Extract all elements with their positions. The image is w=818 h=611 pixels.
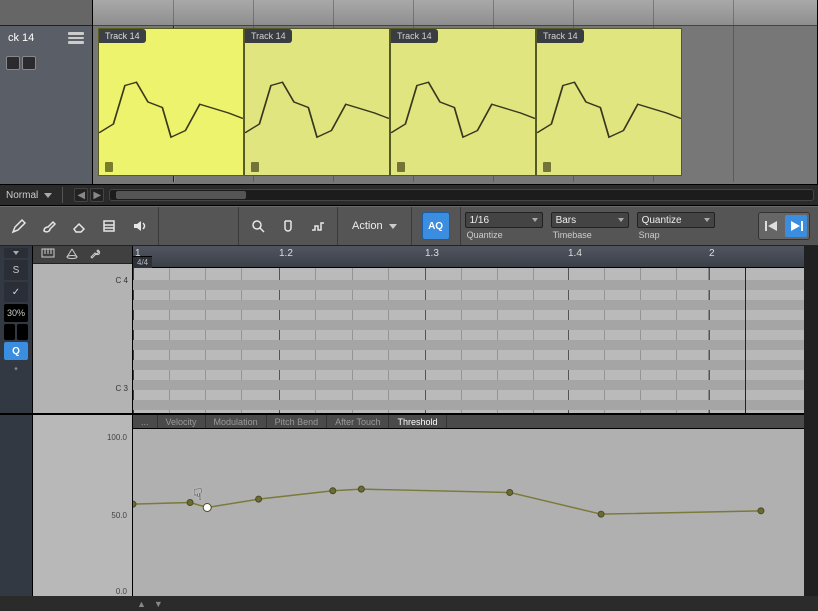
editor-toolbar: Action AQ 1/16 Quantize Bars Timebase Qu…: [0, 206, 818, 246]
nav-buttons: [758, 212, 810, 240]
color-tool-button[interactable]: [275, 213, 301, 239]
midi-clip[interactable]: Track 14: [536, 28, 682, 176]
scroll-right-button[interactable]: ▶: [90, 188, 104, 202]
left-small-btn[interactable]: [17, 324, 28, 340]
speaker-tool-button[interactable]: [126, 213, 152, 239]
solo-button[interactable]: S: [4, 260, 28, 280]
midi-clip[interactable]: Track 14: [244, 28, 390, 176]
cc-tab-modulation[interactable]: Modulation: [206, 415, 267, 428]
snap-label: Snap: [637, 230, 715, 240]
piano-keyboard[interactable]: C 4 C 3: [33, 264, 132, 413]
piano-roll[interactable]: 1 1.2 1.3 1.4 2 4/4: [133, 246, 818, 413]
cc-left-col: [0, 415, 33, 596]
midi-left-dropdown[interactable]: [4, 248, 28, 258]
cc-tab-velocity[interactable]: Velocity: [158, 415, 206, 428]
track-header-buttons[interactable]: [6, 56, 36, 70]
cc-tab-pitch-bend[interactable]: Pitch Bend: [267, 415, 328, 428]
cc-tabs: ...VelocityModulationPitch BendAfter Tou…: [133, 415, 818, 429]
bottom-scroll-strip: ▲ ▼: [0, 596, 818, 611]
snap-combo[interactable]: Quantize Snap: [633, 207, 719, 245]
track-header[interactable]: ck 14: [0, 26, 92, 184]
quantize-label: Quantize: [465, 230, 543, 240]
checkmark-button[interactable]: ✓: [4, 282, 28, 302]
brush-tool-button[interactable]: [36, 213, 62, 239]
clip-row: Track 14 Track 14 Track 14 Track 14: [93, 26, 817, 182]
arrange-ruler[interactable]: [93, 0, 817, 26]
erase-tool-button[interactable]: [66, 213, 92, 239]
midi-editor: S ✓ 30% Q • C 4 C 3 1 1.2 1.3 1.4 2 4/4: [0, 246, 818, 414]
midi-clip[interactable]: Track 14: [390, 28, 536, 176]
left-small-btn[interactable]: [4, 324, 15, 340]
auto-quantize-button[interactable]: AQ: [422, 212, 450, 240]
clip-label: Track 14: [391, 29, 438, 43]
cc-tab-threshold[interactable]: Threshold: [389, 415, 446, 428]
cc-tab-after-touch[interactable]: After Touch: [327, 415, 389, 428]
scroll-left-button[interactable]: ◀: [74, 188, 88, 202]
midi-icon: [68, 32, 84, 44]
zoom-mode-dropdown[interactable]: Normal: [6, 187, 52, 203]
midi-ruler[interactable]: 1 1.2 1.3 1.4 2 4/4: [133, 246, 818, 268]
arrange-ruler-stub: [0, 0, 92, 26]
vertical-scrollbar[interactable]: [804, 246, 818, 596]
cc-axis: 100.0 50.0 0.0: [33, 415, 133, 596]
step-tool-button[interactable]: [305, 213, 331, 239]
cc-plot[interactable]: ☟: [133, 429, 818, 596]
cc-main[interactable]: ...VelocityModulationPitch BendAfter Tou…: [133, 415, 818, 596]
clip-label: Track 14: [537, 29, 584, 43]
arrange-timeline[interactable]: Track 14 Track 14 Track 14 Track 14: [93, 0, 818, 184]
pitch-label: C 3: [116, 384, 128, 393]
draw-tool-button[interactable]: [6, 213, 32, 239]
cc-tab--[interactable]: ...: [133, 415, 158, 428]
cc-down-button[interactable]: ▼: [150, 599, 167, 609]
drum-icon[interactable]: [65, 247, 79, 262]
controller-lane: 100.0 50.0 0.0 ...VelocityModulationPitc…: [0, 414, 818, 596]
midi-left-controls: S ✓ 30% Q •: [0, 246, 33, 413]
percent-field[interactable]: 30%: [4, 304, 28, 322]
quantize-toggle-button[interactable]: Q: [4, 342, 28, 360]
timebase-combo[interactable]: Bars Timebase: [547, 207, 633, 245]
midi-clip[interactable]: Track 14: [98, 28, 244, 176]
action-dropdown[interactable]: Action: [344, 213, 405, 239]
clip-label: Track 14: [99, 29, 146, 43]
arrange-area: ck 14 Track 14 Track 14 Track 14: [0, 0, 818, 184]
nav-end-button[interactable]: [785, 215, 807, 237]
track-name: ck 14: [8, 32, 34, 44]
search-button[interactable]: [245, 213, 271, 239]
divider: [62, 187, 63, 203]
timebase-label: Timebase: [551, 230, 629, 240]
list-tool-button[interactable]: [96, 213, 122, 239]
quantize-combo[interactable]: 1/16 Quantize: [461, 207, 547, 245]
pitch-label: C 4: [116, 276, 128, 285]
arrange-scroll-strip: Normal ◀ ▶: [0, 184, 818, 206]
hscroll-thumb[interactable]: [116, 191, 246, 199]
cc-up-button[interactable]: ▲: [133, 599, 150, 609]
wrench-icon[interactable]: [89, 247, 103, 262]
keyboard-icon[interactable]: [41, 247, 55, 262]
midi-tool-col: C 4 C 3: [33, 246, 133, 413]
more-button[interactable]: •: [4, 362, 28, 376]
clip-label: Track 14: [245, 29, 292, 43]
arrange-sidebar: ck 14: [0, 0, 93, 184]
hscroll-track[interactable]: [109, 189, 814, 201]
nav-start-button[interactable]: [761, 215, 783, 237]
